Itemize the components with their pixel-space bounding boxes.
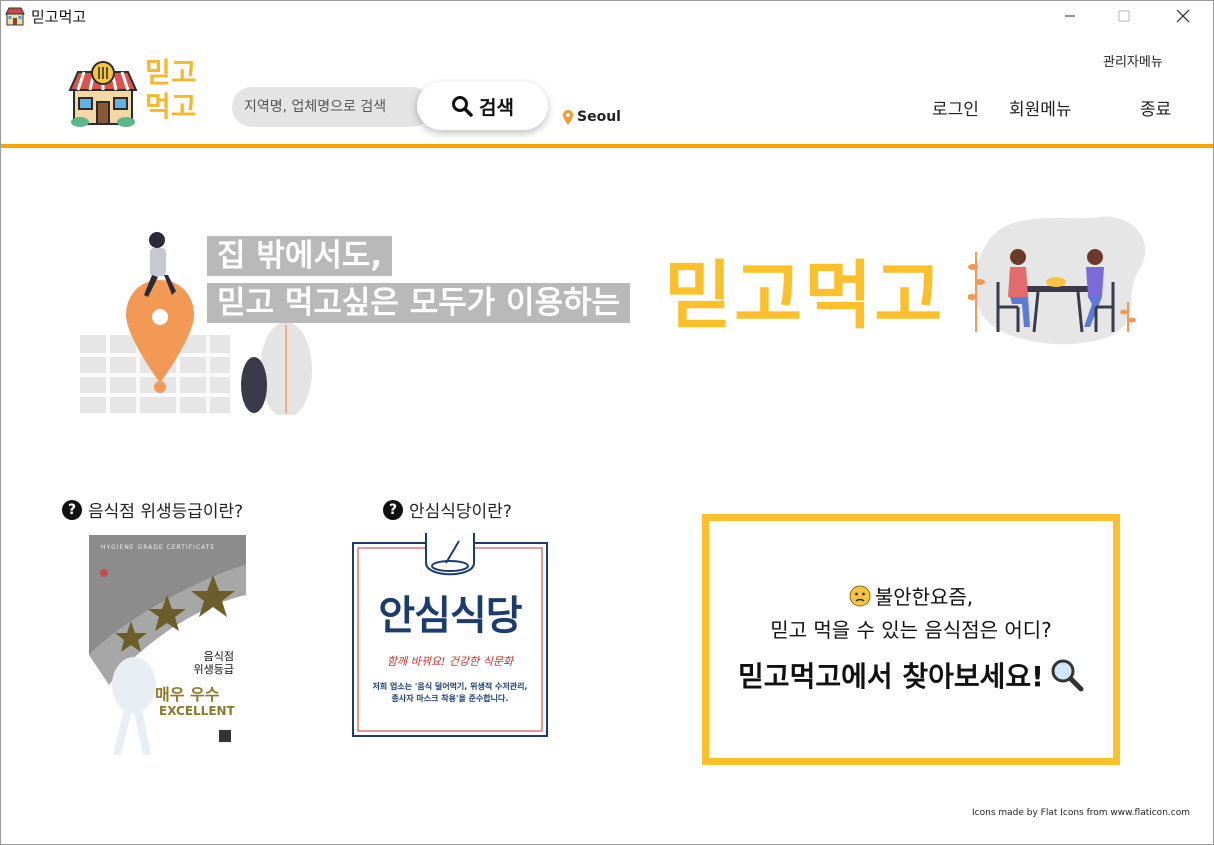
logo-house-icon bbox=[68, 61, 138, 127]
safe-card-desc1: 저희 업소는 '음식 덜어먹기, 위생적 수저관리, bbox=[372, 682, 528, 691]
promo-line1-wrap: 불안한요즘, bbox=[709, 581, 1113, 610]
safe-card-title: 안심식당 bbox=[378, 593, 522, 639]
promo-line3-wrap: 믿고먹고에서 찾아보세요! bbox=[709, 655, 1113, 695]
banner-title: 믿고먹고 bbox=[664, 253, 945, 339]
hygiene-card-line2: 위생등급 bbox=[193, 663, 234, 676]
hygiene-grade-question: 음식점 위생등급이란? bbox=[88, 502, 244, 522]
exit-link[interactable]: 종료 bbox=[1140, 95, 1171, 120]
banner-line1: 집 밖에서도, bbox=[207, 236, 393, 276]
banner-dining-illustration bbox=[968, 216, 1146, 345]
icon-credit: Icons made by Flat Icons from www.flatic… bbox=[972, 808, 1190, 818]
app-house-icon bbox=[5, 7, 25, 26]
map-pin-icon bbox=[563, 109, 573, 125]
close-button[interactable] bbox=[1160, 0, 1206, 32]
login-link[interactable]: 로그인 bbox=[932, 95, 979, 120]
location-selector[interactable]: Seoul bbox=[563, 109, 621, 125]
worried-face-icon bbox=[849, 585, 871, 606]
hygiene-card-grade-en: EXCELLENT bbox=[159, 704, 235, 718]
magnifier-icon bbox=[1051, 659, 1084, 692]
safe-restaurant-question: 안심식당이란? bbox=[409, 502, 512, 522]
logo-text-line2: 먹고 bbox=[145, 90, 197, 123]
promo-line1: 불안한요즘, bbox=[874, 585, 974, 609]
promo-box: 불안한요즘, 믿고 먹을 수 있는 음식점은 어디? 믿고먹고에서 찾아보세요! bbox=[702, 514, 1120, 765]
header-divider bbox=[0, 144, 1214, 148]
maximize-icon bbox=[1118, 10, 1130, 22]
question-icon: ? bbox=[62, 499, 82, 520]
hygiene-card-art bbox=[89, 535, 246, 755]
member-menu-link[interactable]: 회원메뉴 bbox=[1009, 95, 1072, 120]
close-icon bbox=[1176, 9, 1190, 23]
location-label: Seoul bbox=[577, 109, 621, 125]
title-bar bbox=[0, 0, 1214, 32]
safe-card-slogan: 함께 바꿔요! 건강한 식문화 bbox=[386, 655, 514, 668]
search-icon bbox=[452, 96, 473, 117]
safe-card-desc2: 종사자 마스크 착용'을 준수합니다. bbox=[391, 694, 509, 703]
banner-line2: 믿고 먹고싶은 모두가 이용하는 bbox=[207, 283, 631, 323]
safe-restaurant-card[interactable]: 안심식당 함께 바꿔요! 건강한 식문화 저희 업소는 '음식 덜어먹기, 위생… bbox=[351, 533, 549, 738]
window-title: 믿고먹고 bbox=[31, 8, 87, 26]
minimize-button[interactable] bbox=[1047, 0, 1093, 32]
hygiene-grade-card[interactable]: HYGIENE GRADE CERTIFICATE 음식점 위생등급 매우 우수… bbox=[89, 535, 246, 755]
hygiene-grade-help-link[interactable]: ? 음식점 위생등급이란? bbox=[62, 497, 243, 522]
search-button[interactable]: 검색 bbox=[417, 82, 548, 130]
question-icon: ? bbox=[383, 499, 403, 520]
search-button-label: 검색 bbox=[479, 96, 514, 119]
safe-restaurant-help-link[interactable]: ? 안심식당이란? bbox=[383, 497, 512, 522]
promo-line3: 믿고먹고에서 찾아보세요! bbox=[738, 660, 1044, 693]
minimize-icon bbox=[1065, 15, 1075, 17]
logo-text-line1: 믿고 bbox=[145, 56, 197, 89]
hygiene-card-grade: 매우 우수 bbox=[155, 685, 220, 704]
hygiene-card-line1: 음식점 bbox=[203, 650, 234, 663]
hygiene-card-header: HYGIENE GRADE CERTIFICATE bbox=[101, 544, 216, 551]
maximize-button[interactable] bbox=[1101, 0, 1147, 32]
admin-menu-link[interactable]: 관리자메뉴 bbox=[1103, 51, 1163, 70]
promo-line2: 믿고 먹을 수 있는 음식점은 어디? bbox=[770, 618, 1052, 642]
search-input[interactable] bbox=[232, 87, 432, 127]
